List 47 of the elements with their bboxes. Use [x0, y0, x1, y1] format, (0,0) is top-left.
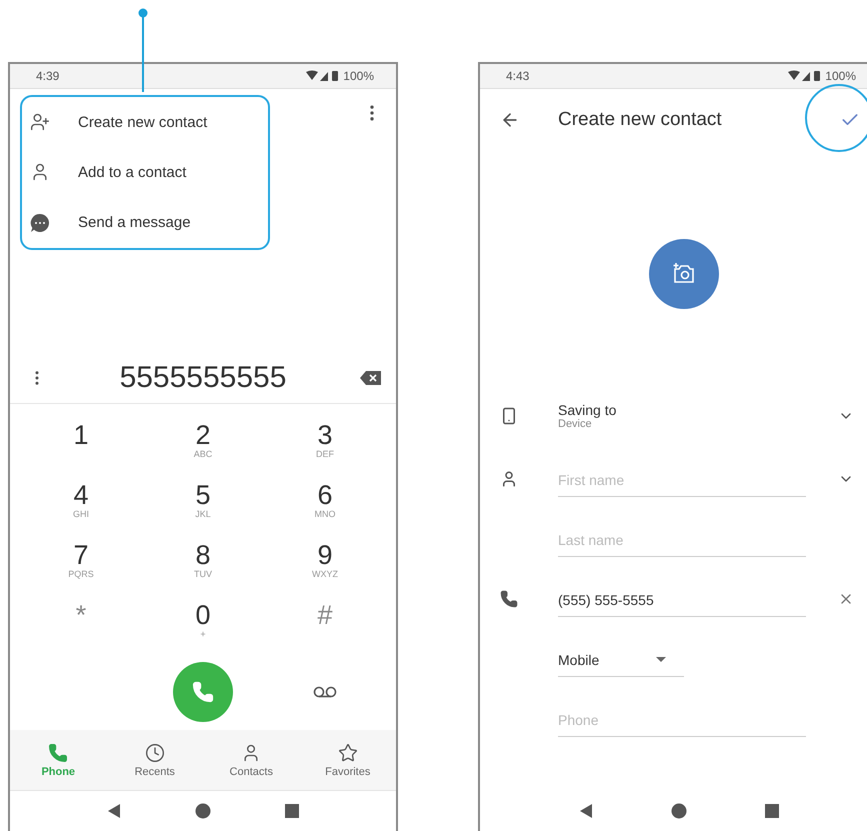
- signal-icons: [788, 70, 822, 82]
- battery-percent: 100%: [343, 69, 374, 83]
- dialed-number: 5555555555: [120, 361, 286, 395]
- type-dropdown[interactable]: Mobile: [558, 642, 684, 676]
- dial-key[interactable]: *: [20, 594, 142, 654]
- backspace-icon[interactable]: [360, 371, 382, 385]
- message-icon: [30, 212, 50, 233]
- nav-tab[interactable]: Favorites: [300, 730, 396, 790]
- nav-tab[interactable]: Contacts: [203, 730, 300, 790]
- menu-item[interactable]: Add to a contact: [30, 162, 260, 182]
- dial-key[interactable]: 9 WXYZ: [264, 534, 386, 594]
- screen-title: Create new contact: [558, 109, 723, 131]
- person-icon: [500, 470, 518, 488]
- nav-tab[interactable]: Recents: [106, 730, 203, 790]
- menu-item[interactable]: Create new contact: [30, 112, 260, 132]
- dial-key[interactable]: 0 +: [142, 594, 264, 654]
- dial-key[interactable]: 6 MNO: [264, 474, 386, 534]
- voicemail-icon[interactable]: [313, 686, 337, 698]
- dial-key[interactable]: 3 DEF: [264, 414, 386, 474]
- back-icon[interactable]: [107, 803, 121, 819]
- menu-item[interactable]: Send a message: [30, 212, 260, 233]
- clock-icon: [144, 742, 165, 762]
- dial-key[interactable]: 4 GHI: [20, 474, 142, 534]
- phone-device-icon: [500, 407, 518, 425]
- input-field[interactable]: (555) 555-5555: [558, 582, 806, 616]
- status-time: 4:39: [36, 69, 60, 83]
- back-icon[interactable]: [579, 803, 593, 819]
- dropdown-caret-icon: [656, 657, 666, 662]
- dial-key[interactable]: 7 PQRS: [20, 534, 142, 594]
- add-person-icon: [30, 112, 50, 132]
- phone-icon: [48, 742, 68, 762]
- saving-label: Saving to: [558, 402, 618, 418]
- home-icon[interactable]: [671, 803, 687, 819]
- dial-key[interactable]: 8 TUV: [142, 534, 264, 594]
- signal-icons: [306, 70, 340, 82]
- battery-percent: 100%: [825, 69, 856, 83]
- dial-key[interactable]: 2 ABC: [142, 414, 264, 474]
- phone-icon: [192, 681, 214, 703]
- add-photo-icon: [672, 263, 696, 285]
- status-time: 4:43: [506, 69, 530, 83]
- dial-key[interactable]: 5 JKL: [142, 474, 264, 534]
- dial-key[interactable]: 1: [20, 414, 142, 474]
- dial-key[interactable]: #: [264, 594, 386, 654]
- saving-account: Device: [558, 418, 593, 430]
- home-icon[interactable]: [195, 803, 211, 819]
- phone-icon: [500, 590, 518, 608]
- star-icon: [338, 742, 358, 762]
